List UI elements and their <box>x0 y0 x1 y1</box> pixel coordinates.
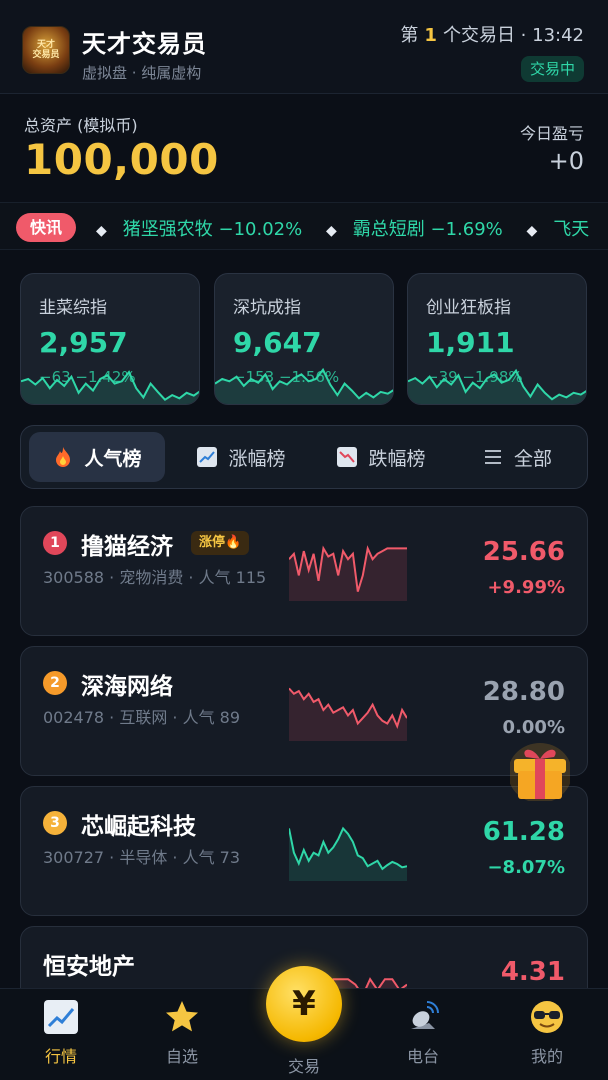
index-name: 创业狂板指 <box>426 298 511 318</box>
total-assets-value: 100,000 <box>24 135 219 184</box>
rank-badge: 2 <box>43 671 67 695</box>
market-chart-icon <box>43 999 79 1035</box>
sparkline-area <box>215 369 393 404</box>
trade-button[interactable]: ¥ <box>266 966 342 1042</box>
nav-radio[interactable]: 电台 <box>378 999 468 1067</box>
app-header: 天才 交易员 天才交易员 虚拟盘 · 纯属虚构 第 1 个交易日 · 13:42 交… <box>0 0 608 94</box>
nav-label: 行情 <box>44 1047 77 1066</box>
ticker-item[interactable]: ◆ 霸总短剧 −1.69% <box>326 219 503 240</box>
tab-label: 人气榜 <box>84 447 142 470</box>
star-icon <box>164 999 200 1035</box>
chart-up-icon <box>196 446 218 468</box>
stock-price: 4.31 <box>500 957 565 987</box>
app-title: 天才交易员 <box>82 30 207 58</box>
ticker-stock-name: 飞天 <box>553 219 590 240</box>
diamond-icon: ◆ <box>325 223 337 239</box>
stock-sparkline <box>289 826 407 881</box>
stock-card[interactable]: 3 芯崛起科技 300727 · 半导体 · 人气 73 61.28 −8.07… <box>20 786 588 916</box>
diamond-icon: ◆ <box>96 223 107 239</box>
day-number: 1 <box>424 25 437 46</box>
rank-badge: 1 <box>43 531 67 555</box>
index-sparkline <box>215 367 393 404</box>
sparkline-area <box>408 370 586 404</box>
trade-label: 交易 <box>287 1057 320 1076</box>
stock-meta: 300588 · 宠物消费 · 人气 115 <box>43 568 267 587</box>
cool-face-icon <box>529 999 565 1035</box>
nav-watchlist[interactable]: 自选 <box>137 999 227 1067</box>
stock-card[interactable]: 2 深海网络 002478 · 互联网 · 人气 89 28.80 0.00% <box>20 646 588 776</box>
ticker-stock-name: 猪坚强农牧 <box>122 219 213 240</box>
limit-up-badge: 涨停🔥 <box>191 531 250 555</box>
market-status-badge: 交易中 <box>520 56 584 82</box>
fire-icon <box>52 446 74 468</box>
ranking-tabs: 人气榜 涨幅榜 跌幅榜 全部 <box>20 425 588 489</box>
menu-icon <box>482 446 504 468</box>
stock-name: 恒安地产 <box>43 954 135 980</box>
index-card-shenkeng[interactable]: 深坑成指 9,647 −153 −1.56% <box>214 273 394 405</box>
flash-news-badge: 快讯 <box>16 213 77 242</box>
ticker-stock-name: 霸总短剧 <box>352 219 425 240</box>
stock-name: 芯崛起科技 <box>81 814 196 840</box>
nav-label: 电台 <box>406 1047 439 1066</box>
index-card-jiucai[interactable]: 韭菜综指 2,957 −63 −1.42% <box>20 273 200 405</box>
news-ticker[interactable]: 快讯 ◆ 猪坚强农牧 −10.02% ◆ 霸总短剧 −1.69% ◆ 飞天 <box>0 202 608 250</box>
sparkline-area <box>21 372 199 404</box>
nav-mine[interactable]: 我的 <box>502 999 592 1067</box>
tab-popularity[interactable]: 人气榜 <box>29 432 165 482</box>
day-prefix: 第 <box>400 25 419 46</box>
tab-all[interactable]: 全部 <box>453 432 581 482</box>
stock-name: 撸猫经济 <box>81 534 173 560</box>
rank-badge: 3 <box>43 811 67 835</box>
chart-down-icon <box>336 446 358 468</box>
daily-pnl-label: 今日盈亏 <box>519 124 584 143</box>
nav-market[interactable]: 行情 <box>16 999 106 1067</box>
nav-label: 我的 <box>530 1047 563 1066</box>
app-subtitle: 虚拟盘 · 纯属虚构 <box>82 64 202 82</box>
stock-price: 61.28 <box>482 817 565 847</box>
stock-meta: 002478 · 互联网 · 人气 89 <box>43 708 241 727</box>
stock-card[interactable]: 1 撸猫经济 涨停🔥 300588 · 宠物消费 · 人气 115 25.66 … <box>20 506 588 636</box>
stock-change: +9.99% <box>487 577 565 598</box>
ticker-track: ◆ 猪坚强农牧 −10.02% ◆ 霸总短剧 −1.69% ◆ 飞天 <box>96 215 607 241</box>
index-name: 深坑成指 <box>233 298 301 318</box>
index-sparkline <box>21 370 199 404</box>
stock-price: 28.80 <box>482 677 565 707</box>
stock-sparkline <box>289 687 407 741</box>
stock-price: 25.66 <box>482 537 565 567</box>
daily-pnl-value: +0 <box>548 147 584 175</box>
sparkline-area <box>289 548 407 601</box>
tab-label: 涨幅榜 <box>228 447 286 470</box>
day-suffix: 个交易日 · 13:42 <box>442 25 584 46</box>
tab-losers[interactable]: 跌幅榜 <box>313 432 449 482</box>
index-sparkline <box>408 368 586 404</box>
stock-meta: 300727 · 半导体 · 人气 73 <box>43 848 241 867</box>
index-card-chuangye[interactable]: 创业狂板指 1,911 −39 −1.98% <box>407 273 587 405</box>
stock-change: −8.07% <box>487 857 565 878</box>
stock-name: 深海网络 <box>81 674 173 700</box>
tab-gainers[interactable]: 涨幅榜 <box>173 432 309 482</box>
trading-day-info: 第 1 个交易日 · 13:42 <box>400 21 584 47</box>
assets-summary: 总资产 (模拟币) 100,000 今日盈亏 +0 <box>0 95 608 201</box>
ticker-item[interactable]: ◆ 猪坚强农牧 −10.02% <box>96 219 302 240</box>
tab-label: 跌幅榜 <box>368 447 426 470</box>
index-name: 韭菜综指 <box>39 298 107 318</box>
stock-sparkline <box>289 545 407 601</box>
ticker-stock-change: −1.69% <box>430 219 503 240</box>
yen-icon: ¥ <box>292 984 316 1024</box>
satellite-icon <box>405 999 441 1035</box>
total-assets-label: 总资产 (模拟币) <box>24 116 138 135</box>
nav-label: 自选 <box>165 1047 198 1066</box>
gift-icon[interactable] <box>508 735 572 803</box>
ticker-item[interactable]: ◆ 飞天 <box>526 219 589 240</box>
diamond-icon: ◆ <box>526 223 538 239</box>
logo-text: 天才 交易员 <box>32 40 60 60</box>
ticker-stock-change: −10.02% <box>218 219 303 240</box>
app-logo: 天才 交易员 <box>22 26 70 74</box>
tab-label: 全部 <box>513 447 552 470</box>
